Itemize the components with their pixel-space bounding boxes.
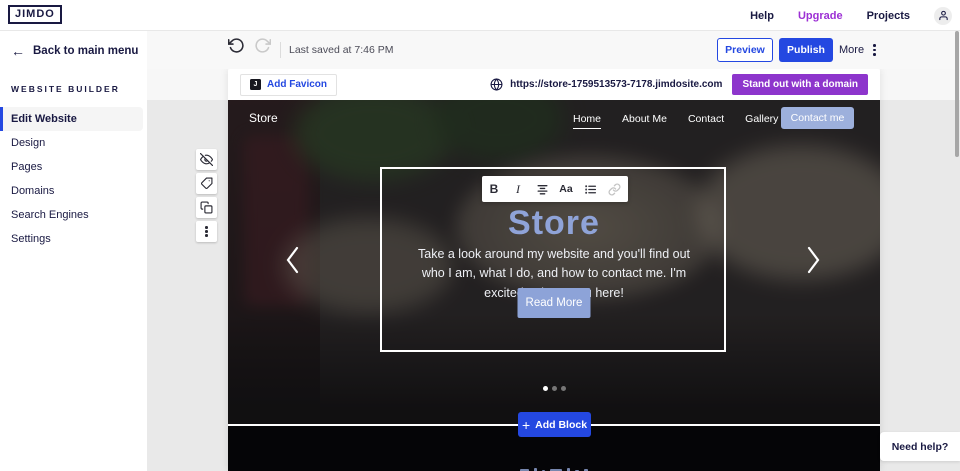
bullet-list-icon (584, 183, 597, 196)
sidebar-title: WEBSITE BUILDER (0, 58, 147, 94)
list-button[interactable] (578, 176, 602, 202)
carousel-dots (228, 386, 880, 391)
account-avatar[interactable] (934, 7, 952, 25)
site-nav-contact[interactable]: Contact (688, 113, 724, 129)
link-icon (608, 183, 621, 196)
carousel-prev-button[interactable] (285, 246, 300, 274)
sidebar-item-design[interactable]: Design (0, 131, 143, 155)
redo-button[interactable] (254, 37, 271, 54)
site-nav: Home About Me Contact Gallery (573, 113, 778, 129)
italic-button[interactable]: I (506, 176, 530, 202)
eye-off-icon (200, 153, 213, 166)
site-url[interactable]: https://store-1759513573-7178.jimdosite.… (510, 79, 722, 90)
toolbar-divider (280, 42, 281, 58)
user-icon (938, 10, 949, 21)
undo-button[interactable] (228, 37, 245, 54)
sidebar-item-domains[interactable]: Domains (0, 179, 143, 203)
contact-me-button[interactable]: Contact me (781, 107, 854, 129)
align-center-icon (536, 183, 549, 196)
sidebar-item-pages[interactable]: Pages (0, 155, 143, 179)
carousel-dot-3[interactable] (561, 386, 566, 391)
link-button[interactable] (602, 176, 626, 202)
kebab-menu-icon (205, 225, 208, 239)
globe-icon (490, 78, 503, 91)
back-to-main-menu[interactable]: ← Back to main menu (0, 31, 147, 58)
site-nav-home[interactable]: Home (573, 113, 601, 129)
chevron-right-icon (806, 246, 821, 274)
read-more-button[interactable]: Read More (518, 288, 591, 318)
more-button[interactable]: More (839, 38, 876, 62)
domain-upsell-button[interactable]: Stand out with a domain (732, 74, 868, 95)
back-label: Back to main menu (33, 45, 138, 57)
add-favicon-button[interactable]: J Add Favicon (240, 74, 337, 96)
bold-button[interactable]: B (482, 176, 506, 202)
font-button[interactable]: Aa (554, 176, 578, 202)
favicon-preview-icon: J (250, 79, 261, 90)
hero-title[interactable]: Store (228, 204, 880, 243)
site-nav-about-me[interactable]: About Me (622, 113, 667, 129)
block-tools-panel (196, 149, 217, 245)
more-label: More (839, 44, 864, 56)
add-block-label: Add Block (535, 419, 587, 431)
plus-icon: + (522, 418, 530, 432)
top-header: JIMDO Help Upgrade Projects (0, 0, 960, 31)
sidebar: ← Back to main menu WEBSITE BUILDER Edit… (0, 31, 147, 471)
last-saved-status: Last saved at 7:46 PM (289, 44, 393, 56)
kebab-menu-icon (873, 42, 876, 58)
hide-block-button[interactable] (196, 149, 217, 170)
projects-link[interactable]: Projects (867, 10, 910, 22)
site-logo[interactable]: Store (249, 111, 278, 125)
sidebar-item-search-engines[interactable]: Search Engines (0, 203, 143, 227)
need-help-button[interactable]: Need help? (880, 432, 960, 461)
sidebar-item-edit-website[interactable]: Edit Website (0, 107, 143, 131)
website-canvas: J Add Favicon https://store-1759513573-7… (228, 69, 880, 471)
hero-section[interactable]: Store Home About Me Contact Gallery Cont… (228, 100, 880, 425)
style-tag-icon (200, 177, 213, 190)
sidebar-nav: Edit Website Design Pages Domains Search… (0, 107, 147, 251)
undo-icon (228, 37, 245, 54)
carousel-dot-2[interactable] (552, 386, 557, 391)
style-block-button[interactable] (196, 173, 217, 194)
editor-toolbar: Last saved at 7:46 PM Preview Publish Mo… (147, 31, 960, 69)
sidebar-item-settings[interactable]: Settings (0, 227, 143, 251)
header-links: Help Upgrade Projects (750, 0, 952, 31)
add-favicon-label: Add Favicon (267, 79, 327, 90)
help-link[interactable]: Help (750, 10, 774, 22)
block-more-options-button[interactable] (196, 221, 217, 242)
add-block-button[interactable]: + Add Block (518, 412, 591, 437)
upgrade-link[interactable]: Upgrade (798, 10, 843, 22)
redo-icon (254, 37, 271, 54)
vertical-scrollbar[interactable] (955, 31, 959, 157)
back-arrow-icon: ← (11, 44, 25, 58)
publish-button[interactable]: Publish (779, 38, 833, 62)
align-button[interactable] (530, 176, 554, 202)
site-nav-gallery[interactable]: Gallery (745, 113, 778, 129)
carousel-next-button[interactable] (806, 246, 821, 274)
chevron-left-icon (285, 246, 300, 274)
jimdo-logo[interactable]: JIMDO (8, 5, 62, 24)
duplicate-block-button[interactable] (196, 197, 217, 218)
preview-button[interactable]: Preview (717, 38, 773, 62)
favicon-url-bar: J Add Favicon https://store-1759513573-7… (228, 69, 880, 100)
text-format-toolbar: B I Aa (482, 176, 628, 202)
copy-icon (200, 201, 213, 214)
carousel-dot-1[interactable] (543, 386, 548, 391)
